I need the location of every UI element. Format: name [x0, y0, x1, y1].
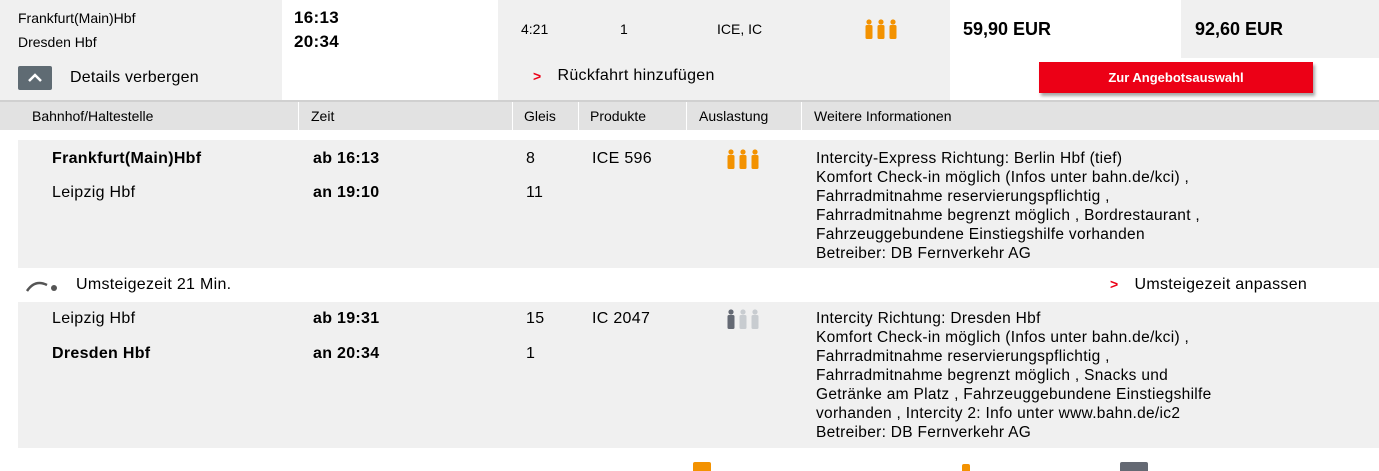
chevron-right-icon: >: [533, 68, 542, 84]
offer-selection-button[interactable]: Zur Angebotsauswahl: [1039, 62, 1313, 93]
summary-meta-cell: [498, 0, 950, 100]
occupancy-high-icon: [726, 149, 762, 174]
header-info: Weitere Informationen: [814, 108, 952, 124]
summary-duration: 4:21: [521, 21, 549, 37]
header-time: Zeit: [311, 108, 335, 124]
details-toggle-label: Details verbergen: [70, 69, 199, 86]
summary-changes: 1: [620, 21, 628, 37]
leg-1-dep-station: Frankfurt(Main)Hbf: [52, 150, 202, 167]
leg-1-dep-track: 8: [526, 150, 536, 167]
leg-1-info: Intercity-Express Richtung: Berlin Hbf (…: [816, 150, 1201, 262]
summary-from-station: Frankfurt(Main)Hbf: [18, 10, 136, 26]
leg-1-arr-time: an 19:10: [313, 184, 380, 201]
leg-2-info: Intercity Richtung: Dresden Hbf Komfort …: [816, 310, 1212, 441]
header-track: Gleis: [524, 108, 556, 124]
chevron-right-icon: >: [1110, 276, 1119, 292]
header-occupancy: Auslastung: [699, 108, 769, 124]
leg-2-dep-track: 15: [526, 310, 545, 327]
leg-1-arr-track: 11: [526, 184, 544, 201]
leg-2-arr-time: an 20:34: [313, 345, 380, 362]
leg-2-arr-track: 1: [526, 345, 536, 362]
leg-1-product: ICE 596: [592, 150, 652, 167]
leg-2: Leipzig Hbf Dresden Hbf ab 19:31 an 20:3…: [18, 302, 1379, 448]
summary-arr-time: 20:34: [294, 32, 339, 51]
next-row-occupancy-icon: [693, 462, 711, 471]
adjust-transfer-link[interactable]: > Umsteigezeit anpassen: [1110, 276, 1307, 294]
leg-2-dep-station: Leipzig Hbf: [52, 310, 136, 327]
transfer-row: Umsteigezeit 21 Min. > Umsteigezeit anpas…: [0, 270, 1379, 302]
leg-2-product: IC 2047: [592, 310, 651, 327]
leg-2-dep-time: ab 19:31: [313, 310, 380, 327]
leg-1-arr-station: Leipzig Hbf: [52, 184, 136, 201]
summary-products: ICE, IC: [717, 21, 763, 37]
add-return-link[interactable]: > Rückfahrt hinzufügen: [533, 67, 715, 85]
next-row-occupancy-icon-2: [1120, 462, 1148, 471]
leg-2-arr-station: Dresden Hbf: [52, 345, 151, 362]
next-row-marker: [962, 464, 970, 471]
header-station: Bahnhof/Haltestelle: [32, 108, 154, 124]
price-first-class[interactable]: 92,60 EUR: [1195, 19, 1283, 40]
connection-details-header: Bahnhof/Haltestelle Zeit Gleis Produkte …: [0, 100, 1379, 130]
details-toggle-button[interactable]: Details verbergen: [18, 66, 199, 90]
summary-to-station: Dresden Hbf: [18, 34, 97, 50]
transfer-time-label: Umsteigezeit 21 Min.: [76, 276, 232, 293]
header-products: Produkte: [590, 108, 647, 124]
occupancy-high-icon: [864, 19, 900, 39]
leg-1-dep-time: ab 16:13: [313, 150, 380, 167]
walking-transfer-icon: [25, 278, 61, 299]
price-flexpreis[interactable]: 59,90 EUR: [963, 19, 1051, 40]
adjust-transfer-label: Umsteigezeit anpassen: [1134, 276, 1308, 293]
summary-dep-time: 16:13: [294, 8, 339, 27]
add-return-label: Rückfahrt hinzufügen: [557, 67, 715, 84]
chevron-up-icon: [18, 66, 52, 90]
leg-1: Frankfurt(Main)Hbf Leipzig Hbf ab 16:13 …: [18, 140, 1379, 268]
occupancy-low-icon: [726, 309, 762, 334]
